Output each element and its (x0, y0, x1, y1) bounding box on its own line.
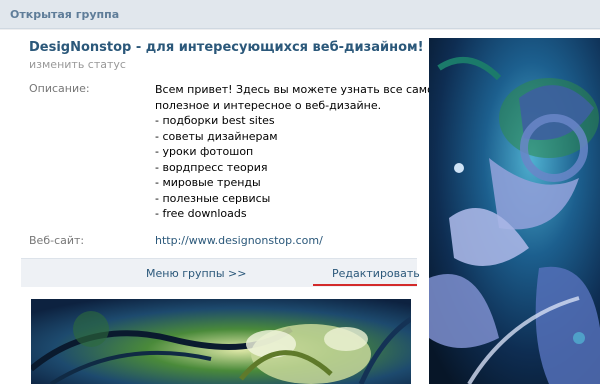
group-menu-link[interactable]: Меню группы >> (146, 267, 246, 280)
group-name: DesigNonstop - для интересующихся веб-ди… (29, 40, 424, 55)
description-line: - free downloads (155, 207, 247, 220)
website-link[interactable]: http://www.designonstop.com/ (155, 234, 323, 247)
description-line: - вордпресс теория (155, 160, 268, 174)
group-avatar-image[interactable] (429, 38, 600, 384)
description-line: - мировые тренды (155, 176, 261, 189)
edit-group-link[interactable]: Редактировать (332, 267, 420, 280)
top-bar: Открытая группа (0, 0, 600, 29)
group-menu-bar: Меню группы >> Редактировать (21, 258, 420, 287)
description-line: Всем привет! Здесь вы можете узнать все … (155, 83, 441, 96)
group-page: DesigNonstop - для интересующихся веб-ди… (0, 30, 600, 384)
website-label: Веб-сайт: (29, 234, 85, 247)
description-line: - советы дизайнерам (155, 129, 278, 143)
page-title: Открытая группа (10, 8, 120, 21)
description-text: Всем привет! Здесь вы можете узнать все … (155, 82, 441, 222)
description-label: Описание: (29, 82, 90, 95)
description-line: - подборки best sites (155, 114, 275, 127)
description-line: полезное и интересное о веб-дизайне. (155, 98, 382, 112)
change-status-link[interactable]: изменить статус (29, 58, 126, 71)
group-info-panel: DesigNonstop - для интересующихся веб-ди… (21, 30, 441, 384)
description-line: - уроки фотошоп (155, 145, 254, 158)
wiki-menu-image[interactable] (31, 299, 411, 384)
description-line: - полезные сервисы (155, 191, 271, 205)
edit-highlight-underline (313, 284, 417, 286)
